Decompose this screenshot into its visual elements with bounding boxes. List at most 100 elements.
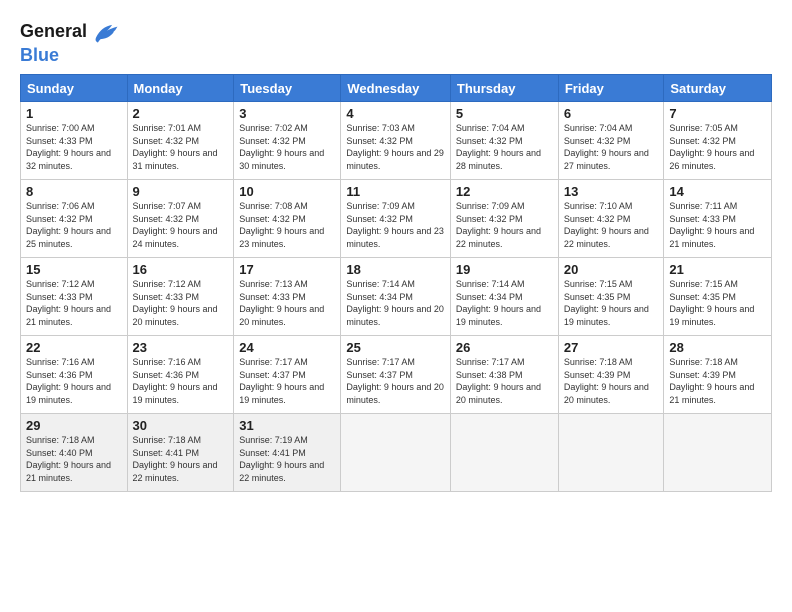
- day-number: 14: [669, 184, 766, 199]
- day-number: 28: [669, 340, 766, 355]
- day-cell: 26 Sunrise: 7:17 AMSunset: 4:38 PMDaylig…: [450, 336, 558, 414]
- col-header-thursday: Thursday: [450, 75, 558, 102]
- day-info: Sunrise: 7:17 AMSunset: 4:37 PMDaylight:…: [346, 357, 444, 405]
- day-info: Sunrise: 7:03 AMSunset: 4:32 PMDaylight:…: [346, 123, 444, 171]
- header: General Blue: [20, 18, 772, 66]
- day-number: 16: [133, 262, 229, 277]
- day-number: 15: [26, 262, 122, 277]
- day-info: Sunrise: 7:02 AMSunset: 4:32 PMDaylight:…: [239, 123, 324, 171]
- day-number: 23: [133, 340, 229, 355]
- day-info: Sunrise: 7:11 AMSunset: 4:33 PMDaylight:…: [669, 201, 754, 249]
- day-info: Sunrise: 7:18 AMSunset: 4:41 PMDaylight:…: [133, 435, 218, 483]
- day-info: Sunrise: 7:12 AMSunset: 4:33 PMDaylight:…: [133, 279, 218, 327]
- day-number: 5: [456, 106, 553, 121]
- day-info: Sunrise: 7:12 AMSunset: 4:33 PMDaylight:…: [26, 279, 111, 327]
- day-number: 30: [133, 418, 229, 433]
- day-cell: 16 Sunrise: 7:12 AMSunset: 4:33 PMDaylig…: [127, 258, 234, 336]
- day-info: Sunrise: 7:06 AMSunset: 4:32 PMDaylight:…: [26, 201, 111, 249]
- day-cell: 14 Sunrise: 7:11 AMSunset: 4:33 PMDaylig…: [664, 180, 772, 258]
- calendar-table: SundayMondayTuesdayWednesdayThursdayFrid…: [20, 74, 772, 492]
- day-cell: 28 Sunrise: 7:18 AMSunset: 4:39 PMDaylig…: [664, 336, 772, 414]
- day-number: 21: [669, 262, 766, 277]
- col-header-sunday: Sunday: [21, 75, 128, 102]
- day-number: 12: [456, 184, 553, 199]
- logo-text: General: [20, 22, 87, 42]
- day-info: Sunrise: 7:19 AMSunset: 4:41 PMDaylight:…: [239, 435, 324, 483]
- logo-blue-text: Blue: [20, 45, 59, 65]
- day-cell: 27 Sunrise: 7:18 AMSunset: 4:39 PMDaylig…: [558, 336, 664, 414]
- day-info: Sunrise: 7:08 AMSunset: 4:32 PMDaylight:…: [239, 201, 324, 249]
- day-cell: 9 Sunrise: 7:07 AMSunset: 4:32 PMDayligh…: [127, 180, 234, 258]
- day-info: Sunrise: 7:15 AMSunset: 4:35 PMDaylight:…: [564, 279, 649, 327]
- day-info: Sunrise: 7:14 AMSunset: 4:34 PMDaylight:…: [456, 279, 541, 327]
- day-cell: 13 Sunrise: 7:10 AMSunset: 4:32 PMDaylig…: [558, 180, 664, 258]
- col-header-tuesday: Tuesday: [234, 75, 341, 102]
- day-number: 10: [239, 184, 335, 199]
- day-info: Sunrise: 7:14 AMSunset: 4:34 PMDaylight:…: [346, 279, 444, 327]
- day-cell: 12 Sunrise: 7:09 AMSunset: 4:32 PMDaylig…: [450, 180, 558, 258]
- day-number: 31: [239, 418, 335, 433]
- day-number: 22: [26, 340, 122, 355]
- col-header-friday: Friday: [558, 75, 664, 102]
- col-header-saturday: Saturday: [664, 75, 772, 102]
- day-number: 27: [564, 340, 659, 355]
- day-info: Sunrise: 7:16 AMSunset: 4:36 PMDaylight:…: [133, 357, 218, 405]
- day-info: Sunrise: 7:05 AMSunset: 4:32 PMDaylight:…: [669, 123, 754, 171]
- day-number: 17: [239, 262, 335, 277]
- col-header-wednesday: Wednesday: [341, 75, 451, 102]
- day-cell: 22 Sunrise: 7:16 AMSunset: 4:36 PMDaylig…: [21, 336, 128, 414]
- day-cell: 21 Sunrise: 7:15 AMSunset: 4:35 PMDaylig…: [664, 258, 772, 336]
- day-info: Sunrise: 7:09 AMSunset: 4:32 PMDaylight:…: [456, 201, 541, 249]
- day-cell: 17 Sunrise: 7:13 AMSunset: 4:33 PMDaylig…: [234, 258, 341, 336]
- day-number: 11: [346, 184, 445, 199]
- day-info: Sunrise: 7:07 AMSunset: 4:32 PMDaylight:…: [133, 201, 218, 249]
- day-cell: [558, 414, 664, 492]
- day-cell: [450, 414, 558, 492]
- day-cell: 5 Sunrise: 7:04 AMSunset: 4:32 PMDayligh…: [450, 102, 558, 180]
- day-cell: 23 Sunrise: 7:16 AMSunset: 4:36 PMDaylig…: [127, 336, 234, 414]
- day-cell: 20 Sunrise: 7:15 AMSunset: 4:35 PMDaylig…: [558, 258, 664, 336]
- week-row-1: 1 Sunrise: 7:00 AMSunset: 4:33 PMDayligh…: [21, 102, 772, 180]
- day-number: 26: [456, 340, 553, 355]
- day-info: Sunrise: 7:04 AMSunset: 4:32 PMDaylight:…: [456, 123, 541, 171]
- day-number: 3: [239, 106, 335, 121]
- day-cell: 29 Sunrise: 7:18 AMSunset: 4:40 PMDaylig…: [21, 414, 128, 492]
- day-cell: 25 Sunrise: 7:17 AMSunset: 4:37 PMDaylig…: [341, 336, 451, 414]
- day-cell: 6 Sunrise: 7:04 AMSunset: 4:32 PMDayligh…: [558, 102, 664, 180]
- day-info: Sunrise: 7:17 AMSunset: 4:38 PMDaylight:…: [456, 357, 541, 405]
- day-info: Sunrise: 7:04 AMSunset: 4:32 PMDaylight:…: [564, 123, 649, 171]
- day-info: Sunrise: 7:18 AMSunset: 4:40 PMDaylight:…: [26, 435, 111, 483]
- logo: General Blue: [20, 18, 121, 66]
- day-info: Sunrise: 7:01 AMSunset: 4:32 PMDaylight:…: [133, 123, 218, 171]
- day-info: Sunrise: 7:18 AMSunset: 4:39 PMDaylight:…: [669, 357, 754, 405]
- day-info: Sunrise: 7:18 AMSunset: 4:39 PMDaylight:…: [564, 357, 649, 405]
- day-number: 18: [346, 262, 445, 277]
- day-cell: 18 Sunrise: 7:14 AMSunset: 4:34 PMDaylig…: [341, 258, 451, 336]
- day-cell: 2 Sunrise: 7:01 AMSunset: 4:32 PMDayligh…: [127, 102, 234, 180]
- day-number: 24: [239, 340, 335, 355]
- day-number: 2: [133, 106, 229, 121]
- col-header-monday: Monday: [127, 75, 234, 102]
- day-info: Sunrise: 7:13 AMSunset: 4:33 PMDaylight:…: [239, 279, 324, 327]
- day-number: 7: [669, 106, 766, 121]
- week-row-2: 8 Sunrise: 7:06 AMSunset: 4:32 PMDayligh…: [21, 180, 772, 258]
- page: General Blue SundayMondayTuesdayWednesda…: [0, 0, 792, 612]
- day-cell: 4 Sunrise: 7:03 AMSunset: 4:32 PMDayligh…: [341, 102, 451, 180]
- day-cell: 24 Sunrise: 7:17 AMSunset: 4:37 PMDaylig…: [234, 336, 341, 414]
- day-cell: 10 Sunrise: 7:08 AMSunset: 4:32 PMDaylig…: [234, 180, 341, 258]
- day-cell: 30 Sunrise: 7:18 AMSunset: 4:41 PMDaylig…: [127, 414, 234, 492]
- week-row-4: 22 Sunrise: 7:16 AMSunset: 4:36 PMDaylig…: [21, 336, 772, 414]
- day-number: 4: [346, 106, 445, 121]
- day-info: Sunrise: 7:10 AMSunset: 4:32 PMDaylight:…: [564, 201, 649, 249]
- day-cell: [664, 414, 772, 492]
- day-number: 19: [456, 262, 553, 277]
- day-cell: 3 Sunrise: 7:02 AMSunset: 4:32 PMDayligh…: [234, 102, 341, 180]
- day-info: Sunrise: 7:09 AMSunset: 4:32 PMDaylight:…: [346, 201, 444, 249]
- day-number: 8: [26, 184, 122, 199]
- week-row-3: 15 Sunrise: 7:12 AMSunset: 4:33 PMDaylig…: [21, 258, 772, 336]
- week-row-5: 29 Sunrise: 7:18 AMSunset: 4:40 PMDaylig…: [21, 414, 772, 492]
- day-number: 20: [564, 262, 659, 277]
- day-cell: 19 Sunrise: 7:14 AMSunset: 4:34 PMDaylig…: [450, 258, 558, 336]
- header-row: SundayMondayTuesdayWednesdayThursdayFrid…: [21, 75, 772, 102]
- day-number: 6: [564, 106, 659, 121]
